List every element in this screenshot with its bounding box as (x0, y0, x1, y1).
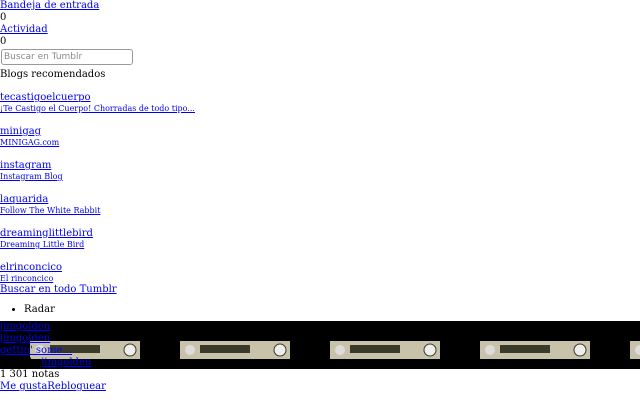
blog-title-link[interactable]: Dreaming Little Bird (0, 240, 640, 250)
blog-item: laquarida Follow The White Rabbit (0, 194, 640, 216)
like-link[interactable]: Me gusta (0, 381, 47, 392)
blog-title-link[interactable]: ¡Te Castigo el Cuerpo! Chorradas de todo… (0, 104, 640, 114)
radar-heading: Radar (24, 304, 640, 316)
post-actions: Me gustaRebloguear (0, 381, 106, 393)
radar-section: Radar (0, 304, 640, 316)
radar-author-link[interactable]: jimgolden (0, 333, 106, 345)
blog-title-link[interactable]: MINIGAG.com (0, 138, 640, 148)
radar-caption-link[interactable]: gettin' some... (0, 345, 106, 357)
recommended-heading: Blogs recomendados (0, 69, 106, 80)
blog-name-link[interactable]: laquarida (0, 194, 640, 206)
blog-name-link[interactable]: elrinconcico (0, 262, 640, 274)
radar-post: jimgolden jimgolden gettin' some... Foto… (0, 321, 640, 393)
turntable-deck (480, 341, 590, 359)
blog-item: minigag MINIGAG.com (0, 126, 640, 148)
radar-post-details: jimgolden jimgolden gettin' some... Foto… (0, 321, 106, 393)
turntable-deck (630, 341, 640, 359)
search-input[interactable] (1, 49, 133, 65)
blog-item: elrinconcico El rinconcico (0, 262, 640, 284)
inbox-count: 0 (0, 12, 7, 23)
radar-author-link-top[interactable]: jimgolden (0, 321, 106, 333)
notes-count: 1 301 notas (0, 369, 60, 380)
photo-credit-author-link[interactable]: jimgolden (41, 357, 91, 368)
blog-item: dreaminglittlebird Dreaming Little Bird (0, 228, 640, 250)
inbox-link[interactable]: Bandeja de entrada (0, 0, 640, 12)
blog-item: instagram Instagram Blog (0, 160, 640, 182)
blog-name-link[interactable]: tecastigoelcuerpo (0, 92, 640, 104)
blog-name-link[interactable]: minigag (0, 126, 640, 138)
search-all-tumblr-link[interactable]: Buscar en todo Tumblr (0, 284, 640, 296)
photo-credit: Foto de jimgolden (0, 357, 106, 369)
activity-link[interactable]: Actividad (0, 24, 640, 36)
turntable-deck (330, 341, 440, 359)
activity-count: 0 (0, 36, 7, 47)
photo-credit-label: Foto de (0, 357, 42, 368)
navigation: Bandeja de entrada 0 Actividad 0 (0, 0, 640, 48)
recommended-blogs: Blogs recomendados tecastigoelcuerpo ¡Te … (0, 69, 640, 296)
turntable-deck (180, 341, 290, 359)
blog-name-link[interactable]: instagram (0, 160, 640, 172)
blog-title-link[interactable]: Instagram Blog (0, 172, 640, 182)
blog-item: tecastigoelcuerpo ¡Te Castigo el Cuerpo! … (0, 92, 640, 114)
blog-title-link[interactable]: Follow The White Rabbit (0, 206, 640, 216)
blog-list: tecastigoelcuerpo ¡Te Castigo el Cuerpo! … (0, 92, 640, 284)
blog-name-link[interactable]: dreaminglittlebird (0, 228, 640, 240)
blog-title-link[interactable]: El rinconcico (0, 274, 640, 284)
reblog-link[interactable]: Rebloguear (47, 381, 106, 392)
